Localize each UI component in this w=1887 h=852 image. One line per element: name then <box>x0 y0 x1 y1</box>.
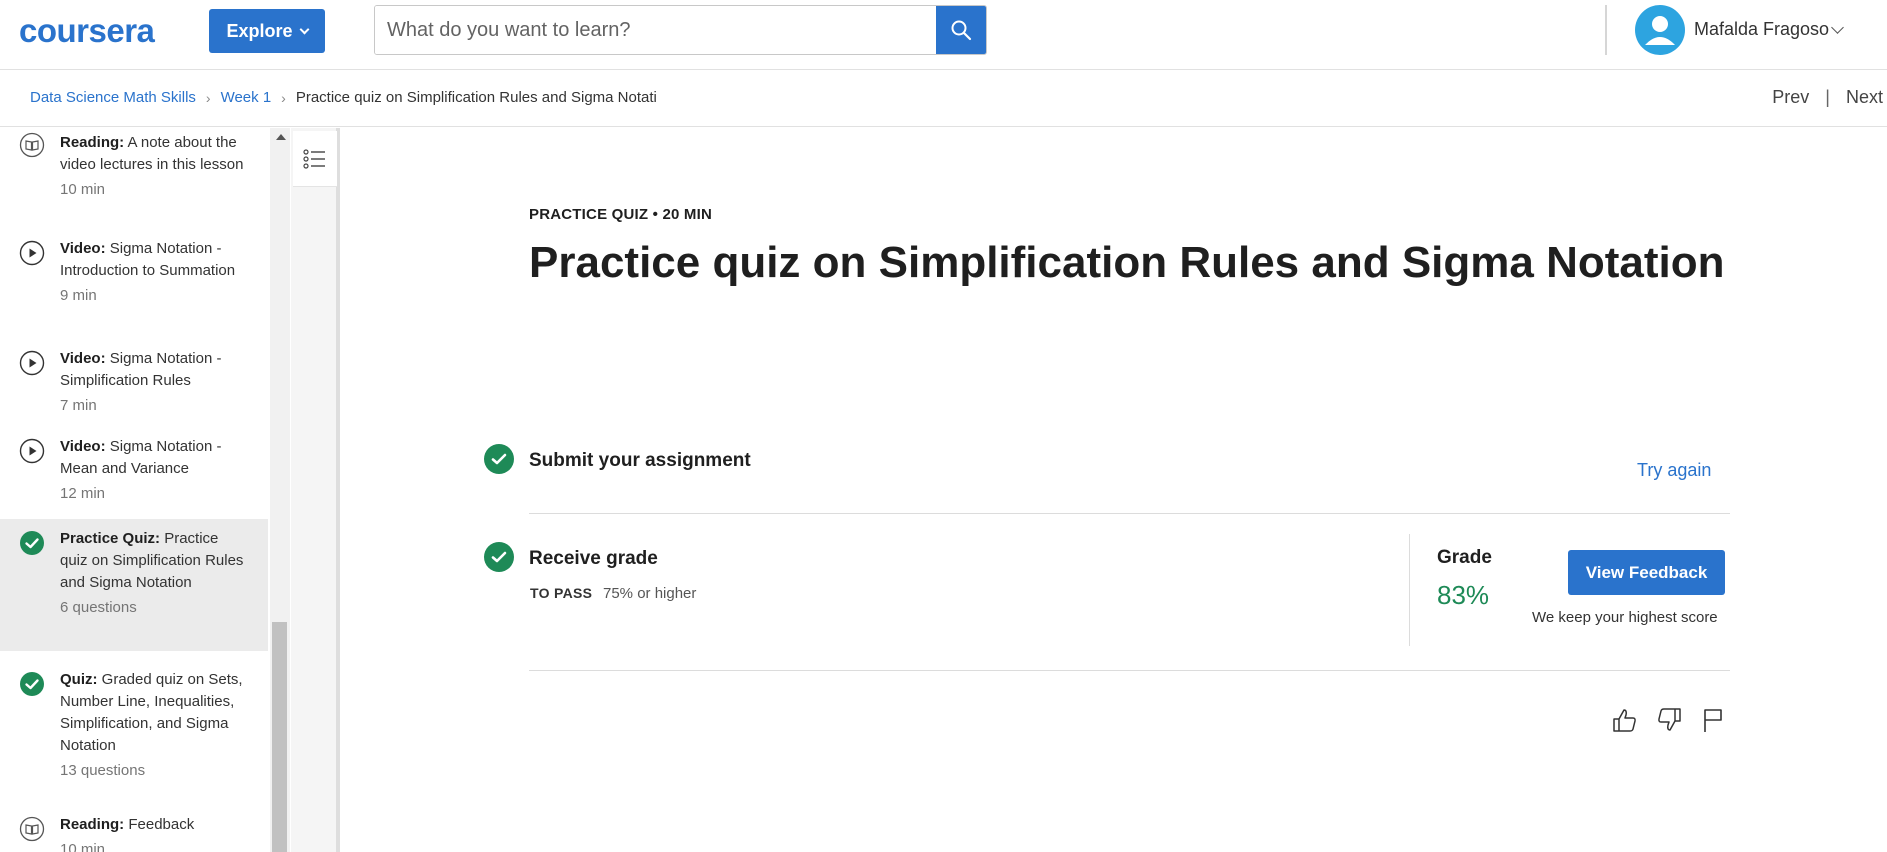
avatar[interactable] <box>1635 5 1685 55</box>
grade-divider <box>1409 534 1410 646</box>
play-icon <box>19 438 45 464</box>
sidebar-item-meta: 10 min <box>60 841 106 852</box>
chevron-down-icon <box>299 24 309 34</box>
flag-icon[interactable] <box>1699 706 1727 734</box>
chevron-right-icon: › <box>281 89 286 106</box>
explore-label: Explore <box>226 20 293 41</box>
chevron-right-icon: › <box>205 89 211 106</box>
divider <box>529 513 1730 514</box>
try-again-link[interactable]: Try again <box>1637 460 1711 481</box>
sidebar-item-title: Feedback <box>128 816 195 833</box>
pass-label: TO PASS <box>530 585 593 601</box>
check-circle-icon <box>20 672 44 696</box>
chevron-down-icon[interactable] <box>1831 21 1844 34</box>
sidebar-item-reading-note[interactable]: Reading: A note about the video lectures… <box>0 128 268 228</box>
pass-value: 75% or higher <box>603 585 697 602</box>
scroll-up-arrow-icon[interactable] <box>276 134 286 140</box>
nav-divider: | <box>1825 87 1830 107</box>
sidebar-item-meta: 6 questions <box>60 599 137 616</box>
sidebar-item-meta: 9 min <box>60 287 97 304</box>
list-icon <box>303 148 325 169</box>
divider <box>529 670 1730 671</box>
sidebar-item-video-mean-variance[interactable]: Video: Sigma Notation - Mean and Varianc… <box>0 436 268 506</box>
sidebar-item-meta: 13 questions <box>60 762 146 779</box>
sidebar-item-reading-feedback[interactable]: Reading: Feedback 10 min <box>0 814 268 852</box>
breadcrumb: Data Science Math Skills › Week 1 › Prac… <box>30 89 657 106</box>
page-title: Practice quiz on Simplification Rules an… <box>529 238 1725 287</box>
breadcrumb-course[interactable]: Data Science Math Skills <box>30 89 196 106</box>
prev-link[interactable]: Prev <box>1772 87 1809 108</box>
search-input[interactable] <box>375 6 937 54</box>
play-icon <box>19 240 45 266</box>
check-circle-icon <box>20 531 44 555</box>
sidebar-item-video-summation[interactable]: Video: Sigma Notation - Introduction to … <box>0 238 268 326</box>
sidebar-item-meta: 10 min <box>60 181 106 198</box>
search-button[interactable] <box>936 6 986 54</box>
top-navigation-bar: coursera Explore Mafalda Fragoso <box>0 0 1887 70</box>
item-kicker: PRACTICE QUIZ • 20 MIN <box>529 206 713 223</box>
explore-button[interactable]: Explore <box>209 9 325 53</box>
grade-label: Grade <box>1437 547 1492 568</box>
user-icon <box>1645 16 1675 45</box>
sidebar-item-type: Practice Quiz: <box>60 530 161 547</box>
header-divider <box>1605 5 1607 55</box>
prev-next-nav: Prev | Next <box>1772 87 1883 108</box>
receive-step-title: Receive grade <box>529 548 658 569</box>
lesson-sidebar: Reading: A note about the video lectures… <box>0 128 270 852</box>
outline-toggle-button[interactable] <box>293 131 337 187</box>
sidebar-item-meta: 12 min <box>60 485 106 502</box>
highest-score-note: We keep your highest score <box>1532 609 1718 626</box>
submit-step-title: Submit your assignment <box>529 450 751 471</box>
sidebar-item-type: Quiz: <box>60 671 98 688</box>
play-icon <box>19 350 45 376</box>
outline-panel <box>291 128 340 852</box>
search-box <box>374 5 987 55</box>
user-name[interactable]: Mafalda Fragoso <box>1694 19 1829 40</box>
coursera-logo[interactable]: coursera <box>19 12 155 50</box>
breadcrumb-bar: Data Science Math Skills › Week 1 › Prac… <box>0 70 1887 127</box>
sidebar-item-type: Reading: <box>60 134 125 151</box>
sidebar-item-type: Video: <box>60 350 106 367</box>
grade-value: 83% <box>1437 580 1490 610</box>
book-icon <box>19 816 45 842</box>
sidebar-item-type: Video: <box>60 438 106 455</box>
scrollbar-thumb[interactable] <box>272 622 287 852</box>
sidebar-item-type: Video: <box>60 240 106 257</box>
sidebar-item-practice-quiz[interactable]: Practice Quiz: Practice quiz on Simplifi… <box>0 519 268 651</box>
sidebar-item-meta: 7 min <box>60 397 97 414</box>
next-link[interactable]: Next <box>1846 87 1883 108</box>
check-circle-icon <box>484 444 514 474</box>
sidebar-item-video-simplification[interactable]: Video: Sigma Notation - Simplification R… <box>0 348 268 418</box>
search-icon <box>951 20 972 41</box>
book-icon <box>19 132 45 158</box>
sidebar-item-type: Reading: <box>60 816 125 833</box>
breadcrumb-current: Practice quiz on Simplification Rules an… <box>295 89 657 106</box>
thumbs-down-icon[interactable] <box>1656 706 1684 734</box>
sidebar-item-graded-quiz[interactable]: Quiz: Graded quiz on Sets, Number Line, … <box>0 660 268 805</box>
breadcrumb-week[interactable]: Week 1 <box>221 89 272 106</box>
view-feedback-button[interactable]: View Feedback <box>1568 550 1725 595</box>
thumbs-up-icon[interactable] <box>1610 706 1638 734</box>
check-circle-icon <box>484 542 514 572</box>
